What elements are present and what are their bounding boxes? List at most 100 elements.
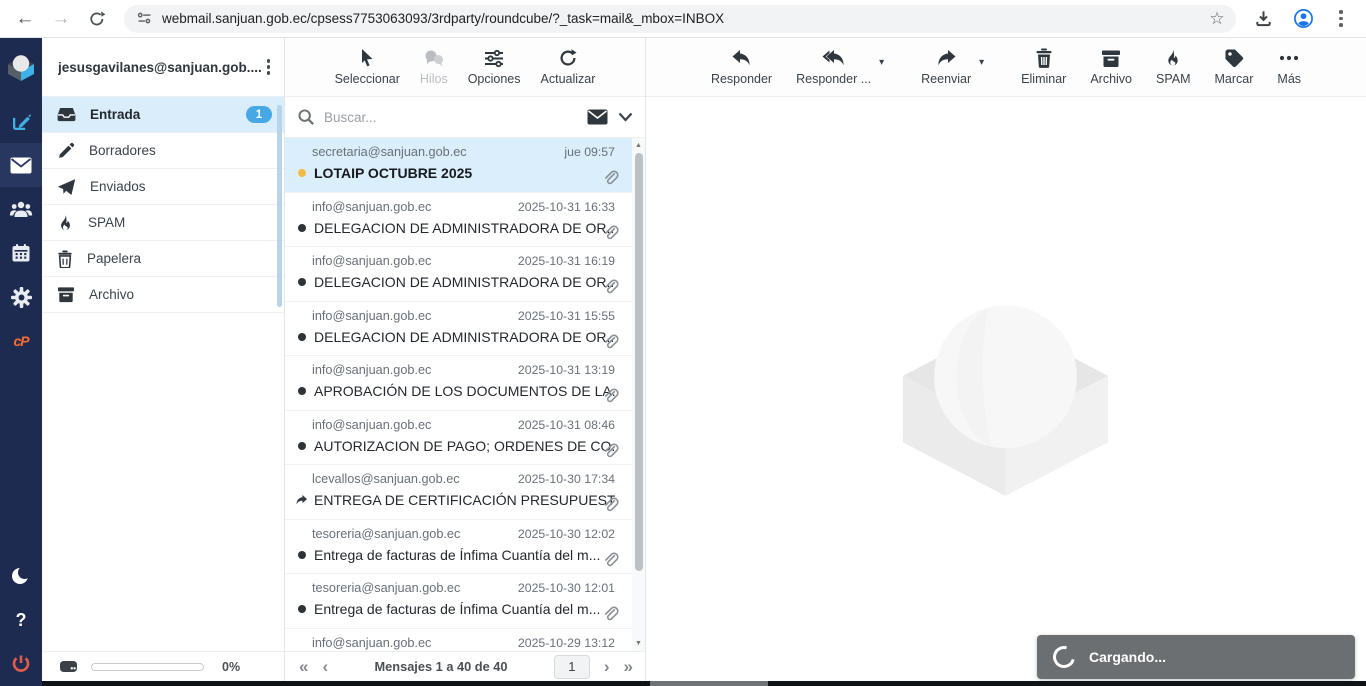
- loading-text: Cargando...: [1089, 649, 1166, 665]
- message-subject: APROBACIÓN DE LOS DOCUMENTOS DE LA...: [314, 383, 615, 399]
- logout-power-icon[interactable]: [0, 642, 42, 686]
- download-icon[interactable]: [1248, 4, 1278, 34]
- compose-icon[interactable]: [0, 99, 42, 143]
- message-sender: info@sanjuan.gob.ec: [312, 254, 431, 268]
- message-date: 2025-10-30 17:34: [518, 472, 615, 486]
- folder-item-enviados[interactable]: Enviados: [42, 169, 284, 205]
- refresh-icon[interactable]: [82, 4, 112, 34]
- forward-dropdown-icon[interactable]: ▾: [979, 57, 984, 68]
- message-row[interactable]: info@sanjuan.gob.ec2025-10-31 16:19DELEG…: [285, 247, 645, 302]
- folder-item-archivo[interactable]: Archivo: [42, 277, 284, 313]
- scrollbar-thumb[interactable]: [635, 153, 643, 571]
- spam-button[interactable]: SPAM: [1156, 47, 1191, 86]
- message-date: 2025-10-31 13:19: [518, 363, 615, 377]
- message-row[interactable]: info@sanjuan.gob.ec2025-10-31 15:55DELEG…: [285, 302, 645, 357]
- search-scope-mail-icon[interactable]: [587, 109, 608, 125]
- next-page-button[interactable]: ›: [604, 658, 610, 675]
- folder-item-papelera[interactable]: Papelera: [42, 241, 284, 277]
- unread-status-icon[interactable]: [295, 387, 308, 395]
- threads-button[interactable]: Hilos: [420, 47, 448, 86]
- folders-scrollbar[interactable]: [277, 105, 282, 307]
- scroll-down-icon[interactable]: ▼: [632, 640, 645, 647]
- attachment-icon: [602, 605, 619, 623]
- folder-item-spam[interactable]: SPAM: [42, 205, 284, 241]
- settings-gear-icon[interactable]: [0, 275, 42, 319]
- more-button[interactable]: Más: [1277, 47, 1301, 86]
- folder-label: SPAM: [88, 215, 272, 230]
- site-settings-icon[interactable]: [136, 10, 153, 27]
- calendar-icon[interactable]: [0, 231, 42, 275]
- reply-all-dropdown-icon[interactable]: ▾: [879, 57, 884, 68]
- spinner-icon: [1049, 642, 1079, 672]
- forward-icon[interactable]: →: [46, 4, 76, 34]
- url-bar[interactable]: webmail.sanjuan.gob.ec/cpsess7753063093/…: [124, 5, 1236, 33]
- flagged-status-icon[interactable]: [295, 169, 308, 177]
- forwarded-status-icon[interactable]: [295, 494, 308, 506]
- bottom-scrollbar-strip[interactable]: [42, 681, 1366, 686]
- reply-button[interactable]: Responder: [711, 47, 772, 86]
- unread-status-icon[interactable]: [295, 605, 308, 613]
- message-subject: DELEGACION DE ADMINISTRADORA DE OR...: [314, 220, 615, 236]
- message-date: 2025-10-29 13:12: [518, 636, 615, 650]
- list-scrollbar[interactable]: ▲ ▼: [632, 138, 645, 651]
- search-options-chevron-icon[interactable]: [618, 112, 633, 122]
- message-row[interactable]: info@sanjuan.gob.ec2025-10-29 13:12: [285, 629, 645, 652]
- contacts-icon[interactable]: [0, 187, 42, 231]
- message-list-panel: Seleccionar Hilos Opciones Actualizar: [285, 38, 646, 686]
- message-row[interactable]: lcevallos@sanjuan.gob.ec 2025-10-30 17:34…: [285, 465, 645, 520]
- message-row[interactable]: secretaria@sanjuan.gob.ecjue 09:57LOTAIP…: [285, 138, 645, 193]
- unread-count-badge: 1: [246, 106, 272, 123]
- scroll-up-icon[interactable]: ▲: [632, 142, 645, 149]
- help-icon[interactable]: ?: [0, 598, 42, 642]
- unread-status-icon[interactable]: [295, 333, 308, 341]
- url-text[interactable]: webmail.sanjuan.gob.ec/cpsess7753063093/…: [162, 11, 1195, 26]
- message-sender: lcevallos@sanjuan.gob.ec: [312, 472, 460, 486]
- options-button[interactable]: Opciones: [468, 47, 521, 86]
- folder-item-borradores[interactable]: Borradores: [42, 133, 284, 169]
- attachment-icon: [602, 333, 619, 351]
- prev-page-button[interactable]: ‹: [322, 658, 328, 675]
- unread-status-icon[interactable]: [295, 442, 308, 450]
- cpanel-icon[interactable]: cP: [0, 319, 42, 363]
- send-icon: [57, 178, 76, 196]
- select-button[interactable]: Seleccionar: [335, 47, 400, 86]
- message-row[interactable]: tesoreria@sanjuan.gob.ec2025-10-30 12:01…: [285, 574, 645, 629]
- first-page-button[interactable]: «: [299, 658, 308, 675]
- archive-button[interactable]: Archivo: [1090, 47, 1132, 86]
- message-row[interactable]: info@sanjuan.gob.ec2025-10-31 13:19APROB…: [285, 356, 645, 411]
- forward-button[interactable]: Reenviar ▾: [921, 47, 971, 86]
- reply-all-icon: [822, 47, 846, 69]
- refresh-list-button[interactable]: Actualizar: [541, 47, 596, 86]
- bookmark-star-icon[interactable]: ☆: [1204, 6, 1230, 32]
- message-date: 2025-10-30 12:01: [518, 581, 615, 595]
- message-row[interactable]: tesoreria@sanjuan.gob.ec2025-10-30 12:02…: [285, 520, 645, 575]
- delete-button[interactable]: Eliminar: [1021, 47, 1066, 86]
- attachment-icon: [602, 496, 619, 514]
- quota-progress-bar: [91, 663, 204, 671]
- unread-status-icon[interactable]: [295, 278, 308, 286]
- message-sender: info@sanjuan.gob.ec: [312, 309, 431, 323]
- page-number-input[interactable]: [554, 655, 590, 679]
- folder-item-entrada[interactable]: Entrada 1: [42, 97, 284, 133]
- account-menu-icon[interactable]: [261, 59, 277, 75]
- reply-all-button[interactable]: Responder ... ▾: [796, 47, 871, 86]
- back-icon[interactable]: ←: [10, 4, 40, 34]
- browser-menu-icon[interactable]: [1328, 10, 1354, 27]
- profile-icon[interactable]: [1288, 4, 1318, 34]
- last-page-button[interactable]: »: [624, 658, 633, 675]
- mail-nav-icon[interactable]: [0, 143, 42, 187]
- message-subject: LOTAIP OCTUBRE 2025: [314, 165, 615, 181]
- dark-mode-moon-icon[interactable]: [0, 554, 42, 598]
- unread-status-icon[interactable]: [295, 551, 308, 559]
- message-row[interactable]: info@sanjuan.gob.ec2025-10-31 16:33DELEG…: [285, 193, 645, 248]
- mark-button[interactable]: Marcar: [1215, 47, 1254, 86]
- unread-status-icon[interactable]: [295, 224, 308, 232]
- message-row[interactable]: info@sanjuan.gob.ec2025-10-31 08:46AUTOR…: [285, 411, 645, 466]
- archive-icon: [1101, 47, 1121, 69]
- folder-label: Entrada: [90, 107, 232, 122]
- account-header: jesusgavilanes@sanjuan.gob....: [42, 38, 284, 97]
- horizontal-scroll-thumb[interactable]: [650, 681, 768, 686]
- refresh-list-icon: [558, 47, 578, 69]
- search-input[interactable]: [324, 110, 578, 125]
- message-sender: info@sanjuan.gob.ec: [312, 200, 431, 214]
